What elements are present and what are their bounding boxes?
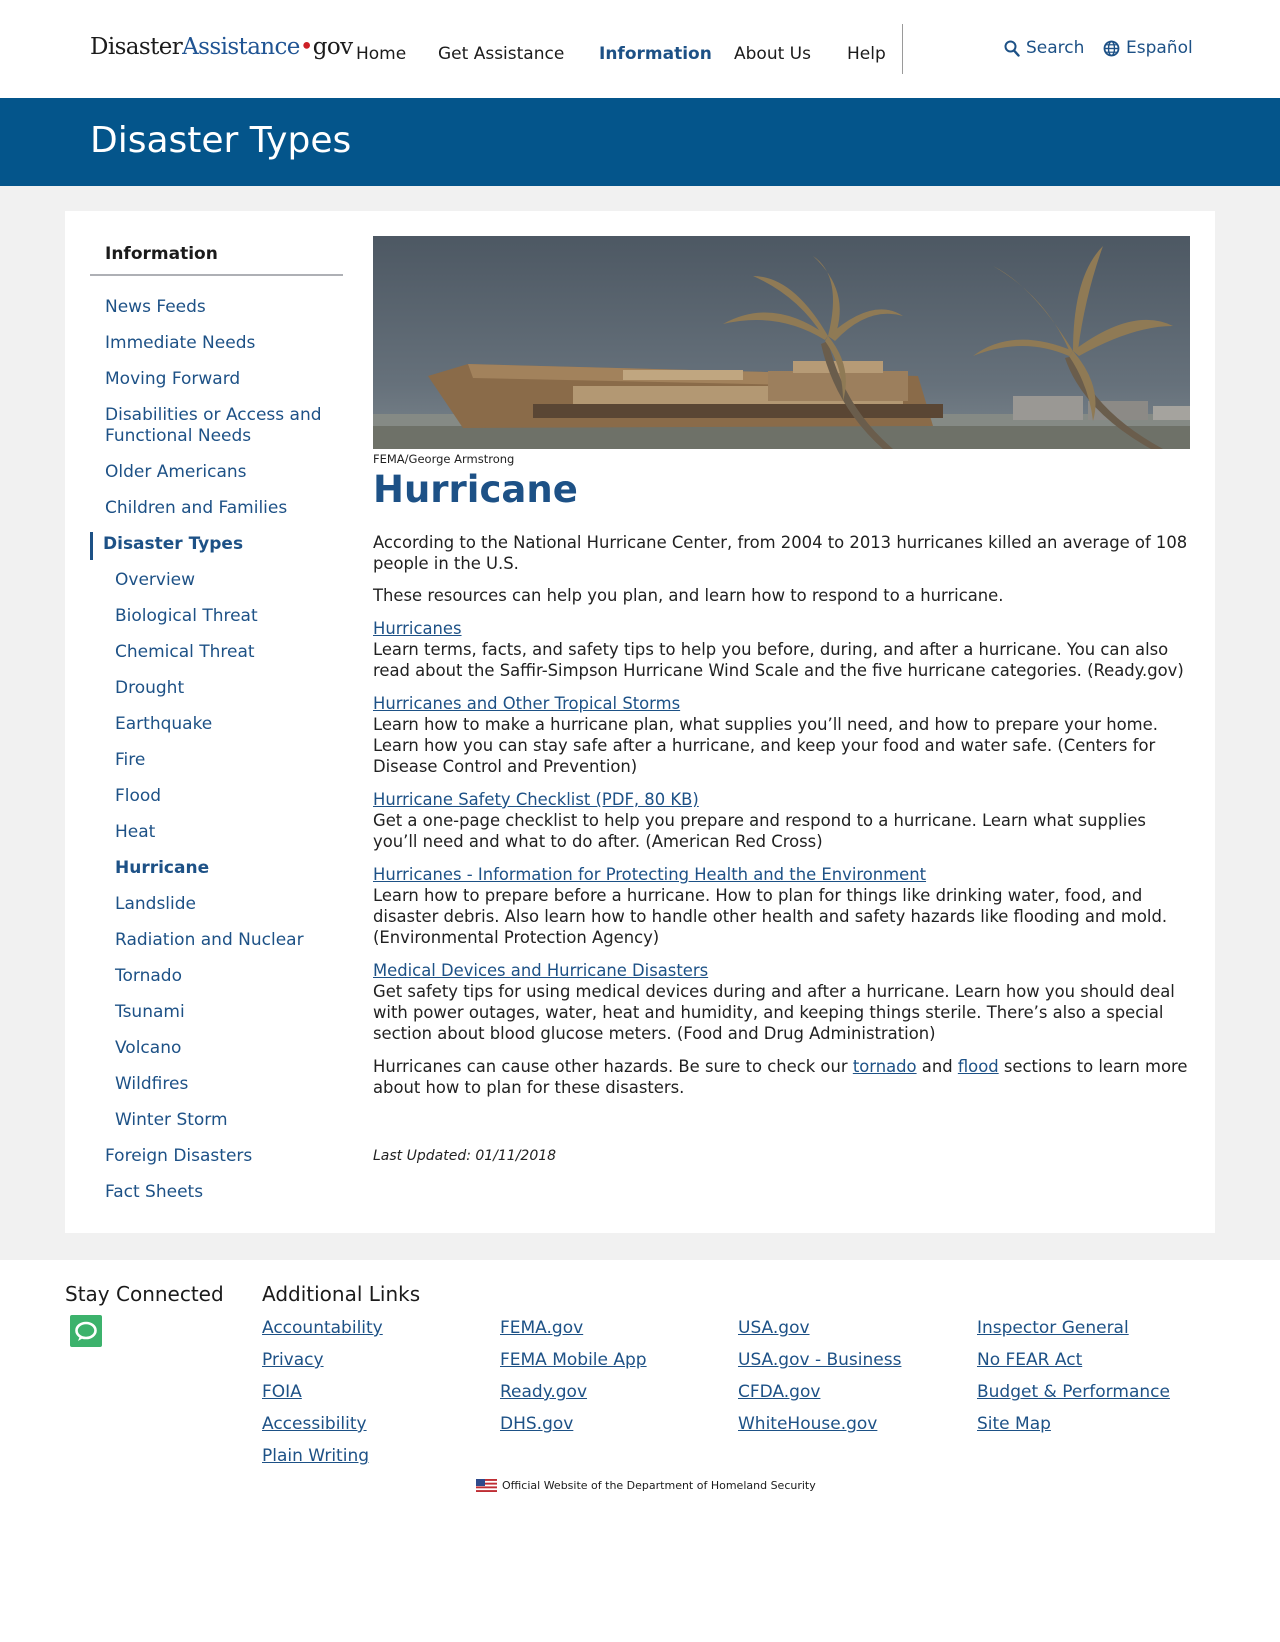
sidebar-item-news-feeds[interactable]: News Feeds bbox=[105, 297, 206, 318]
nav-help[interactable]: Help bbox=[847, 44, 886, 64]
footer-link-privacy[interactable]: Privacy bbox=[262, 1350, 324, 1370]
last-updated: Last Updated: 01/11/2018 bbox=[373, 1148, 557, 1164]
sidebar-subitem-overview[interactable]: Overview bbox=[115, 570, 195, 591]
sidebar-active-indicator bbox=[90, 532, 93, 560]
sidebar-divider bbox=[90, 274, 343, 276]
search-label: Search bbox=[1026, 38, 1085, 58]
page-banner: Disaster Types bbox=[0, 98, 1280, 186]
footer-link-accessibility[interactable]: Accessibility bbox=[262, 1414, 367, 1434]
image-caption: FEMA/George Armstrong bbox=[373, 452, 515, 466]
search-icon bbox=[1004, 40, 1020, 57]
nav-information[interactable]: Information bbox=[599, 44, 712, 64]
sidebar-subitem-chemical-threat[interactable]: Chemical Threat bbox=[115, 642, 255, 663]
resource-description: Learn how to make a hurricane plan, what… bbox=[373, 715, 1158, 776]
sidebar-subitem-hurricane[interactable]: Hurricane bbox=[115, 858, 209, 879]
footer-link-no-fear-act[interactable]: No FEAR Act bbox=[977, 1350, 1082, 1370]
sidebar-item-fact-sheets[interactable]: Fact Sheets bbox=[105, 1182, 203, 1203]
resource-link-health-environment[interactable]: Hurricanes - Information for Protecting … bbox=[373, 865, 926, 884]
nav-home[interactable]: Home bbox=[356, 44, 406, 64]
resource-item: Hurricanes - Information for Protecting … bbox=[373, 864, 1193, 948]
sidebar-item-immediate-needs[interactable]: Immediate Needs bbox=[105, 333, 255, 354]
globe-icon bbox=[1103, 40, 1120, 56]
site-logo[interactable]: DisasterAssistance•gov bbox=[90, 34, 353, 60]
logo-part-2: Assistance bbox=[182, 34, 300, 60]
sidebar-subitem-landslide[interactable]: Landslide bbox=[115, 894, 196, 915]
sidebar-title: Information bbox=[105, 244, 218, 264]
sidebar-subitem-heat[interactable]: Heat bbox=[115, 822, 155, 843]
sidebar-item-disaster-types[interactable]: Disaster Types bbox=[103, 534, 243, 555]
footer-link-site-map[interactable]: Site Map bbox=[977, 1414, 1051, 1434]
language-label: Español bbox=[1126, 38, 1193, 58]
logo-part-3: gov bbox=[312, 34, 353, 60]
resource-link-tropical-storms[interactable]: Hurricanes and Other Tropical Storms bbox=[373, 694, 680, 713]
footer-link-foia[interactable]: FOIA bbox=[262, 1382, 302, 1402]
footer-link-inspector-general[interactable]: Inspector General bbox=[977, 1318, 1129, 1338]
additional-links-heading: Additional Links bbox=[262, 1282, 421, 1306]
resource-description: Get safety tips for using medical device… bbox=[373, 982, 1175, 1043]
nav-get-assistance[interactable]: Get Assistance bbox=[438, 44, 564, 64]
language-toggle[interactable]: Español bbox=[1103, 38, 1193, 58]
resource-link-safety-checklist[interactable]: Hurricane Safety Checklist (PDF, 80 KB) bbox=[373, 790, 699, 809]
sidebar-subitem-biological-threat[interactable]: Biological Threat bbox=[115, 606, 258, 627]
logo-dot: • bbox=[299, 34, 314, 60]
resource-description: Get a one-page checklist to help you pre… bbox=[373, 811, 1146, 851]
resource-description: Learn how to prepare before a hurricane.… bbox=[373, 886, 1168, 947]
resource-item: Hurricanes Learn terms, facts, and safet… bbox=[373, 618, 1193, 681]
footer-link-usa-gov[interactable]: USA.gov bbox=[738, 1318, 810, 1338]
footer-link-fema[interactable]: FEMA.gov bbox=[500, 1318, 583, 1338]
footer-link-budget-performance[interactable]: Budget & Performance bbox=[977, 1382, 1170, 1402]
hero-image bbox=[373, 236, 1190, 449]
site-header: DisasterAssistance•gov Home Get Assistan… bbox=[0, 0, 1280, 98]
footer-link-accountability[interactable]: Accountability bbox=[262, 1318, 383, 1338]
footer-link-plain-writing[interactable]: Plain Writing bbox=[262, 1446, 369, 1466]
sidebar-subitem-wildfires[interactable]: Wildfires bbox=[115, 1074, 188, 1095]
sidebar-subitem-earthquake[interactable]: Earthquake bbox=[115, 714, 212, 735]
closing-text: Hurricanes can cause other hazards. Be s… bbox=[373, 1057, 853, 1076]
us-flag-icon bbox=[476, 1479, 497, 1492]
resource-link-hurricanes[interactable]: Hurricanes bbox=[373, 619, 462, 638]
sidebar-subitem-winter-storm[interactable]: Winter Storm bbox=[115, 1110, 228, 1131]
flood-link[interactable]: flood bbox=[958, 1057, 999, 1076]
chat-icon[interactable] bbox=[70, 1315, 102, 1347]
intro-paragraph-2: These resources can help you plan, and l… bbox=[373, 586, 1004, 605]
footer-link-ready[interactable]: Ready.gov bbox=[500, 1382, 587, 1402]
sidebar-subitem-volcano[interactable]: Volcano bbox=[115, 1038, 181, 1059]
article-title: Hurricane bbox=[373, 468, 578, 511]
nav-divider bbox=[902, 24, 903, 74]
closing-paragraph: Hurricanes can cause other hazards. Be s… bbox=[373, 1056, 1193, 1098]
sidebar-item-disabilities[interactable]: Disabilities or Access and Functional Ne… bbox=[105, 405, 335, 447]
stay-connected-heading: Stay Connected bbox=[65, 1282, 224, 1306]
sidebar-subitem-tsunami[interactable]: Tsunami bbox=[115, 1002, 185, 1023]
official-website-notice: Official Website of the Department of Ho… bbox=[476, 1479, 816, 1492]
sidebar-item-foreign-disasters[interactable]: Foreign Disasters bbox=[105, 1146, 252, 1167]
intro-paragraph: According to the National Hurricane Cent… bbox=[373, 533, 1188, 573]
footer-link-cfda[interactable]: CFDA.gov bbox=[738, 1382, 820, 1402]
resource-item: Hurricane Safety Checklist (PDF, 80 KB) … bbox=[373, 789, 1193, 852]
resource-link-medical-devices[interactable]: Medical Devices and Hurricane Disasters bbox=[373, 961, 708, 980]
official-text: Official Website of the Department of Ho… bbox=[502, 1479, 816, 1492]
sidebar-item-children-families[interactable]: Children and Families bbox=[105, 498, 287, 519]
nav-about-us[interactable]: About Us bbox=[734, 44, 811, 64]
sidebar-subitem-drought[interactable]: Drought bbox=[115, 678, 184, 699]
sidebar-item-moving-forward[interactable]: Moving Forward bbox=[105, 369, 240, 390]
sidebar-subitem-radiation-nuclear[interactable]: Radiation and Nuclear bbox=[115, 930, 304, 951]
sidebar-subitem-fire[interactable]: Fire bbox=[115, 750, 145, 771]
page-title: Disaster Types bbox=[90, 120, 352, 161]
tornado-link[interactable]: tornado bbox=[853, 1057, 917, 1076]
search-button[interactable]: Search bbox=[1004, 38, 1084, 58]
footer-link-fema-mobile-app[interactable]: FEMA Mobile App bbox=[500, 1350, 647, 1370]
footer-link-whitehouse[interactable]: WhiteHouse.gov bbox=[738, 1414, 877, 1434]
footer-link-dhs[interactable]: DHS.gov bbox=[500, 1414, 573, 1434]
logo-part-1: Disaster bbox=[90, 34, 183, 60]
resource-description: Learn terms, facts, and safety tips to h… bbox=[373, 640, 1184, 680]
footer-link-usa-gov-business[interactable]: USA.gov - Business bbox=[738, 1350, 901, 1370]
closing-text: and bbox=[916, 1057, 958, 1076]
sidebar-item-older-americans[interactable]: Older Americans bbox=[105, 462, 247, 483]
resource-item: Medical Devices and Hurricane Disasters … bbox=[373, 960, 1193, 1044]
sidebar-subitem-tornado[interactable]: Tornado bbox=[115, 966, 182, 987]
sidebar-subitem-flood[interactable]: Flood bbox=[115, 786, 161, 807]
resource-item: Hurricanes and Other Tropical Storms Lea… bbox=[373, 693, 1193, 777]
